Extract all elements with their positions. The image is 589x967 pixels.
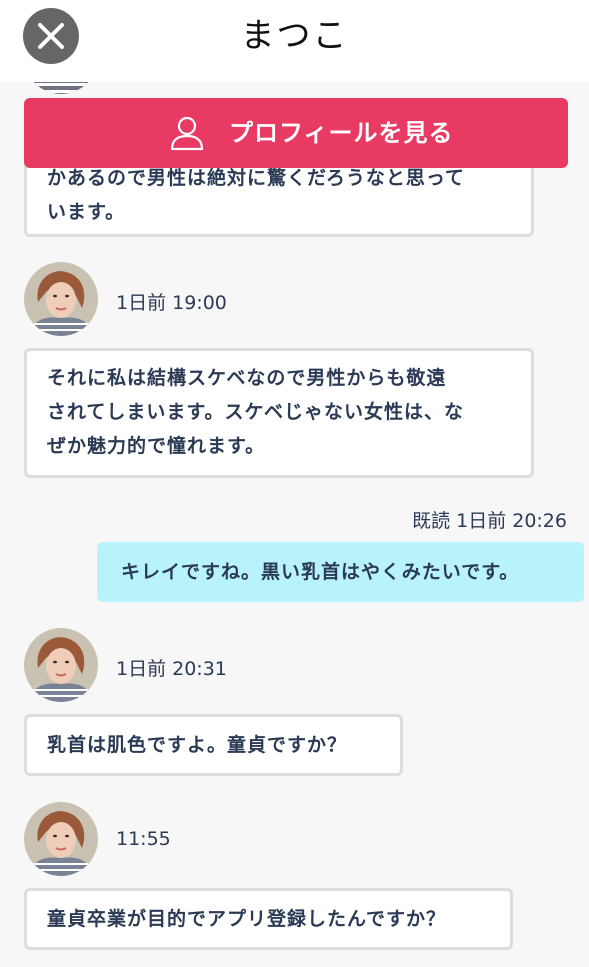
view-profile-button[interactable]: プロフィールを見る: [24, 98, 568, 168]
view-profile-label: プロフィールを見る: [229, 119, 454, 147]
message-text: 童貞卒業が目的でアプリ登録したんですか？: [47, 908, 447, 930]
partner-message: それに私は結構スケベなので男性からも敬遠 されてしまいます。スケベじゃない女性は…: [24, 348, 534, 478]
header-bar: まつこ: [0, 0, 589, 82]
chat-screen: まつこ プロフィールを見る かあるので男性は絶対に驚くだろうなと思って います。…: [0, 0, 589, 967]
read-status: 既読 1日前 20:26: [412, 510, 567, 532]
message-time: 11:55: [116, 828, 171, 850]
partner-message: 童貞卒業が目的でアプリ登録したんですか？: [24, 888, 513, 950]
message-line: それに私は結構スケベなので男性からも敬遠: [47, 367, 447, 389]
partner-avatar[interactable]: [24, 262, 98, 336]
page-title: まつこ: [240, 16, 349, 56]
my-message: キレイですね。黒い乳首はやくみたいです。: [97, 542, 584, 602]
partner-message: 乳首は肌色ですよ。童貞ですか？: [24, 714, 403, 776]
partner-avatar[interactable]: [24, 628, 98, 702]
message-time: 1日前 20:31: [116, 658, 227, 680]
partner-avatar[interactable]: [24, 802, 98, 876]
message-line: ぜか魅力的で憧れます。: [47, 435, 266, 457]
message-text: キレイですね。黒い乳首はやくみたいです。: [121, 561, 520, 583]
message-text: 乳首は肌色ですよ。童貞ですか？: [47, 734, 348, 756]
message-line: います。: [47, 201, 126, 223]
person-icon: [170, 116, 204, 151]
message-time: 1日前 19:00: [116, 292, 227, 314]
message-line: されてしまいます。スケベじゃない女性は、な: [47, 401, 464, 423]
